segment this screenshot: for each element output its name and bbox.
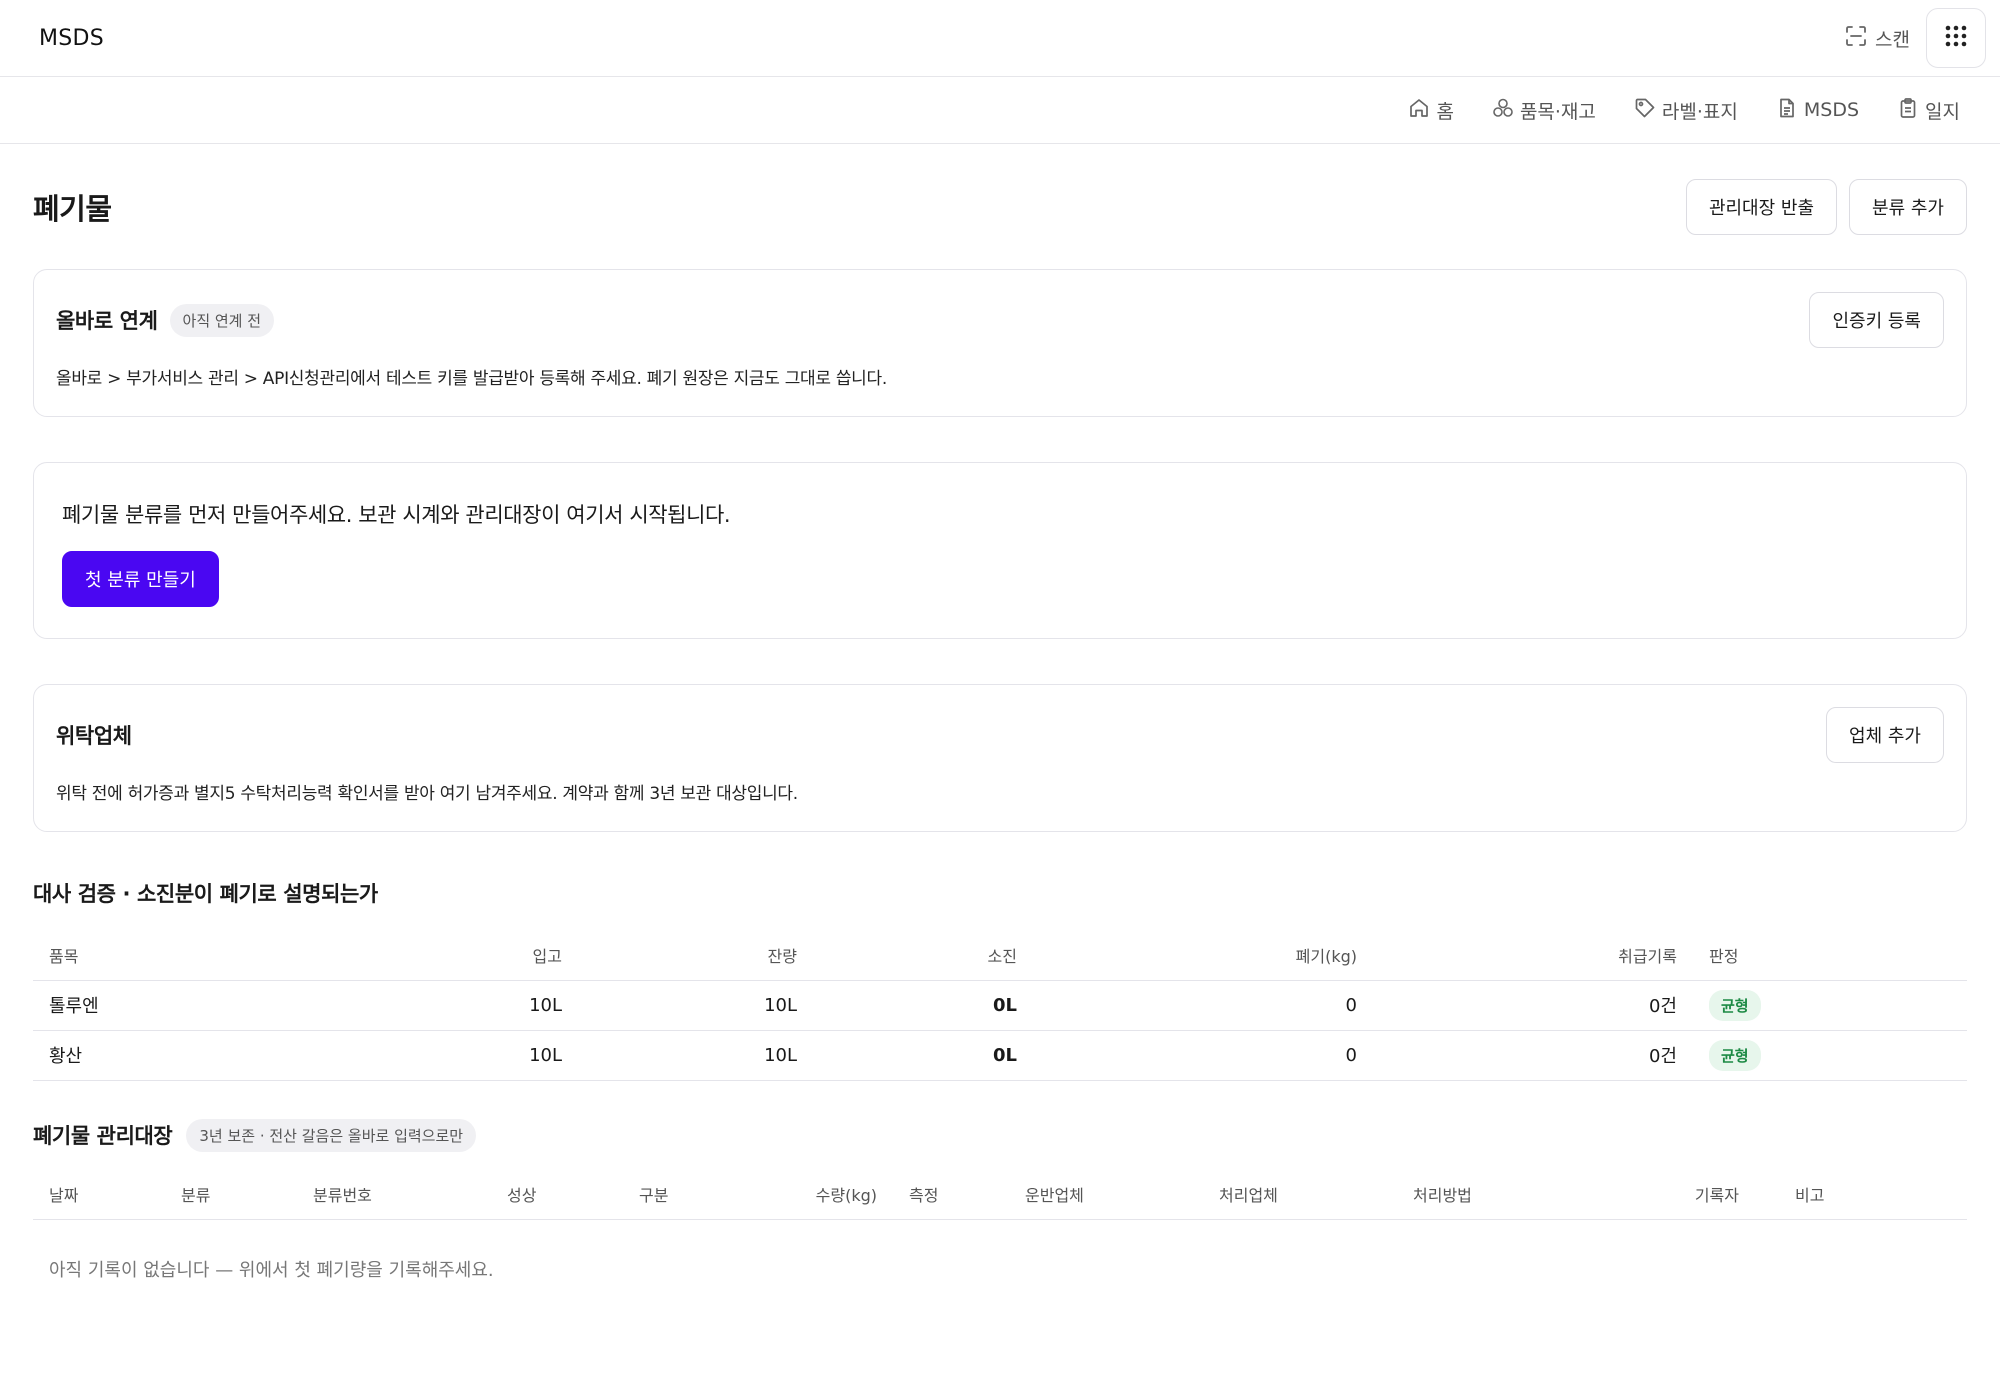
table-header-row: 날짜 분류 분류번호 성상 구분 수량(kg) 측정 운반업체 처리업체 처리방… bbox=[33, 1169, 1967, 1220]
used-cell: 0L bbox=[813, 1030, 1033, 1081]
create-first-category-button[interactable]: 첫 분류 만들기 bbox=[62, 551, 219, 607]
remain-cell: 10L bbox=[578, 1030, 813, 1081]
column-header: 품목 bbox=[33, 930, 333, 981]
column-header: 기록자 bbox=[1591, 1169, 1755, 1220]
page-actions: 관리대장 반출 분류 추가 bbox=[1685, 178, 1967, 235]
allbaro-title: 올바로 연계 bbox=[56, 309, 158, 333]
column-header: 입고 bbox=[333, 930, 578, 981]
allbaro-description: 올바로 > 부가서비스 관리 > API신청관리에서 테스트 키를 발급받아 등… bbox=[56, 369, 887, 389]
export-ledger-button[interactable]: 관리대장 반출 bbox=[1685, 178, 1838, 235]
column-header: 처리방법 bbox=[1397, 1169, 1591, 1220]
app-brand[interactable]: MSDS bbox=[39, 26, 104, 51]
nav-item-label: 품목·재고 bbox=[1519, 100, 1596, 123]
nav-item-label: MSDS bbox=[1803, 99, 1860, 121]
empty-category-card: 폐기물 분류를 먼저 만들어주세요. 보관 시계와 관리대장이 여기서 시작됩니… bbox=[33, 462, 1967, 639]
home-icon bbox=[1408, 97, 1430, 124]
column-header: 구분 bbox=[623, 1169, 773, 1220]
allbaro-title-wrap: 올바로 연계 아직 연계 전 bbox=[56, 303, 275, 337]
nav-item-home[interactable]: 홈 bbox=[1408, 97, 1454, 124]
ledger-note-badge: 3년 보존 · 전산 갈음은 올바로 입력으로만 bbox=[186, 1118, 477, 1152]
records-cell: 0건 bbox=[1373, 980, 1693, 1031]
column-header: 판정 bbox=[1693, 930, 1967, 981]
waste-cell: 0 bbox=[1033, 1030, 1373, 1081]
verdict-cell: 균형 bbox=[1693, 1030, 1967, 1081]
balance-title: 대사 검증 · 소진분이 폐기로 설명되는가 bbox=[33, 882, 378, 906]
ledger-table: 날짜 분류 분류번호 성상 구분 수량(kg) 측정 운반업체 처리업체 처리방… bbox=[33, 1169, 1967, 1220]
nav-item-label: 라벨·표지 bbox=[1661, 100, 1738, 123]
table-header-row: 품목 입고 잔량 소진 폐기(kg) 취급기록 판정 bbox=[33, 930, 1967, 981]
waste-cell: 0 bbox=[1033, 980, 1373, 1031]
page-header: 폐기물 관리대장 반출 분류 추가 bbox=[33, 144, 1967, 269]
ledger-section: 폐기물 관리대장 3년 보존 · 전산 갈음은 올바로 입력으로만 날짜 분류 … bbox=[33, 1118, 1967, 1283]
boxes-icon bbox=[1492, 97, 1514, 124]
nav-item-inventory[interactable]: 품목·재고 bbox=[1492, 97, 1596, 124]
balance-table: 품목 입고 잔량 소진 폐기(kg) 취급기록 판정 톨루엔 10L 10L 0… bbox=[33, 930, 1967, 1081]
balance-section: 대사 검증 · 소진분이 폐기로 설명되는가 품목 입고 잔량 소진 폐기(kg… bbox=[33, 878, 1967, 1081]
page-content: 폐기물 관리대장 반출 분류 추가 올바로 연계 아직 연계 전 인증키 등록 … bbox=[0, 144, 2000, 1282]
in-cell: 10L bbox=[333, 980, 578, 1031]
column-header: 분류번호 bbox=[297, 1169, 491, 1220]
verdict-cell: 균형 bbox=[1693, 980, 1967, 1031]
column-header: 잔량 bbox=[578, 930, 813, 981]
vendor-card: 위탁업체 업체 추가 위탁 전에 허가증과 별지5 수탁처리능력 확인서를 받아… bbox=[33, 684, 1967, 832]
ledger-title-row: 폐기물 관리대장 3년 보존 · 전산 갈음은 올바로 입력으로만 bbox=[33, 1118, 1967, 1152]
column-header: 소진 bbox=[813, 930, 1033, 981]
allbaro-card: 올바로 연계 아직 연계 전 인증키 등록 올바로 > 부가서비스 관리 > A… bbox=[33, 269, 1967, 417]
scan-button[interactable]: 스캔 bbox=[1845, 25, 1910, 52]
column-header: 수량(kg) bbox=[773, 1169, 893, 1220]
remain-cell: 10L bbox=[578, 980, 813, 1031]
item-cell: 황산 bbox=[33, 1030, 333, 1081]
top-bar: MSDS 스캔 bbox=[0, 0, 2000, 77]
ledger-empty-message: 아직 기록이 없습니다 — 위에서 첫 폐기량을 기록해주세요. bbox=[49, 1260, 494, 1281]
vendor-title: 위탁업체 bbox=[56, 724, 132, 748]
nav-item-label: 일지 bbox=[1925, 100, 1960, 123]
column-header: 비고 bbox=[1755, 1169, 1967, 1220]
grid-icon bbox=[1945, 25, 1967, 51]
table-row[interactable]: 톨루엔 10L 10L 0L 0 0건 균형 bbox=[33, 980, 1967, 1031]
in-cell: 10L bbox=[333, 1030, 578, 1081]
register-key-button[interactable]: 인증키 등록 bbox=[1809, 292, 1944, 348]
scan-label: 스캔 bbox=[1875, 28, 1910, 51]
verdict-badge: 균형 bbox=[1709, 1039, 1761, 1071]
column-header: 성상 bbox=[491, 1169, 623, 1220]
verdict-badge: 균형 bbox=[1709, 989, 1761, 1021]
main-nav: 홈 품목·재고 라벨·표지 MSDS 일지 bbox=[0, 77, 2000, 144]
item-cell: 톨루엔 bbox=[33, 980, 333, 1031]
nav-item-msds[interactable]: MSDS bbox=[1776, 97, 1859, 124]
allbaro-header: 올바로 연계 아직 연계 전 인증키 등록 bbox=[56, 292, 1944, 348]
tag-icon bbox=[1634, 97, 1656, 124]
column-header: 측정 bbox=[893, 1169, 1009, 1220]
scan-icon bbox=[1845, 25, 1867, 52]
column-header: 날짜 bbox=[33, 1169, 165, 1220]
vendor-description: 위탁 전에 허가증과 별지5 수탁처리능력 확인서를 받아 여기 남겨주세요. … bbox=[56, 784, 798, 804]
column-header: 폐기(kg) bbox=[1033, 930, 1373, 981]
clipboard-icon bbox=[1897, 97, 1919, 124]
vendor-header: 위탁업체 업체 추가 bbox=[56, 707, 1944, 763]
column-header: 운반업체 bbox=[1009, 1169, 1203, 1220]
add-category-button[interactable]: 분류 추가 bbox=[1849, 178, 1967, 235]
page-title: 폐기물 bbox=[33, 191, 112, 226]
add-vendor-button[interactable]: 업체 추가 bbox=[1826, 707, 1944, 763]
empty-category-message: 폐기물 분류를 먼저 만들어주세요. 보관 시계와 관리대장이 여기서 시작됩니… bbox=[62, 503, 731, 527]
column-header: 취급기록 bbox=[1373, 930, 1693, 981]
used-cell: 0L bbox=[813, 980, 1033, 1031]
ledger-title: 폐기물 관리대장 bbox=[33, 1124, 173, 1148]
records-cell: 0건 bbox=[1373, 1030, 1693, 1081]
topbar-actions: 스캔 bbox=[1845, 8, 1986, 68]
column-header: 분류 bbox=[165, 1169, 297, 1220]
nav-item-labels[interactable]: 라벨·표지 bbox=[1634, 97, 1738, 124]
status-badge: 아직 연계 전 bbox=[169, 303, 275, 337]
column-header: 처리업체 bbox=[1203, 1169, 1397, 1220]
table-row[interactable]: 황산 10L 10L 0L 0 0건 균형 bbox=[33, 1030, 1967, 1081]
nav-item-journal[interactable]: 일지 bbox=[1897, 97, 1960, 124]
document-icon bbox=[1776, 97, 1798, 124]
nav-item-label: 홈 bbox=[1436, 100, 1454, 123]
apps-menu-button[interactable] bbox=[1926, 8, 1986, 68]
